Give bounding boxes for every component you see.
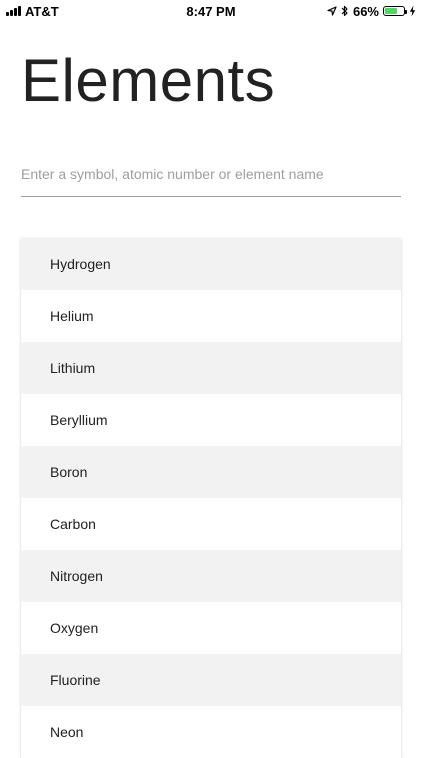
charging-icon xyxy=(409,5,416,17)
status-bar-right: 66% xyxy=(327,4,416,19)
list-item[interactable]: Nitrogen xyxy=(21,550,401,602)
bluetooth-icon xyxy=(341,5,348,17)
status-bar-left: AT&T xyxy=(6,4,59,19)
element-name-label: Helium xyxy=(50,308,94,324)
battery-percent: 66% xyxy=(352,3,379,19)
search-input[interactable] xyxy=(21,160,401,182)
element-name-label: Fluorine xyxy=(50,672,101,688)
status-bar: AT&T 8:47 PM 66% xyxy=(0,0,422,22)
list-item[interactable]: Oxygen xyxy=(21,602,401,654)
list-item[interactable]: Carbon xyxy=(21,498,401,550)
list-item[interactable]: Beryllium xyxy=(21,394,401,446)
battery-icon xyxy=(383,6,407,16)
signal-icon xyxy=(6,6,21,16)
list-item[interactable]: Helium xyxy=(21,290,401,342)
search-field[interactable] xyxy=(21,160,401,197)
element-name-label: Boron xyxy=(50,464,88,480)
location-icon xyxy=(327,6,337,16)
element-list: Hydrogen Helium Lithium Beryllium Boron Carbo… xyxy=(21,238,401,758)
carrier-label: AT&T xyxy=(25,3,59,19)
list-item[interactable]: Hydrogen xyxy=(21,238,401,290)
element-name-label: Oxygen xyxy=(50,620,99,636)
element-name-label: Neon xyxy=(50,724,84,740)
element-name-label: Beryllium xyxy=(50,412,108,428)
element-name-label: Hydrogen xyxy=(50,256,111,272)
element-name-label: Nitrogen xyxy=(50,568,103,584)
page-title: Elements xyxy=(21,47,276,114)
element-name-label: Lithium xyxy=(50,360,96,376)
list-item[interactable]: Lithium xyxy=(21,342,401,394)
list-item[interactable]: Boron xyxy=(21,446,401,498)
list-item[interactable]: Neon xyxy=(21,706,401,758)
element-name-label: Carbon xyxy=(50,516,96,532)
list-item[interactable]: Fluorine xyxy=(21,654,401,706)
